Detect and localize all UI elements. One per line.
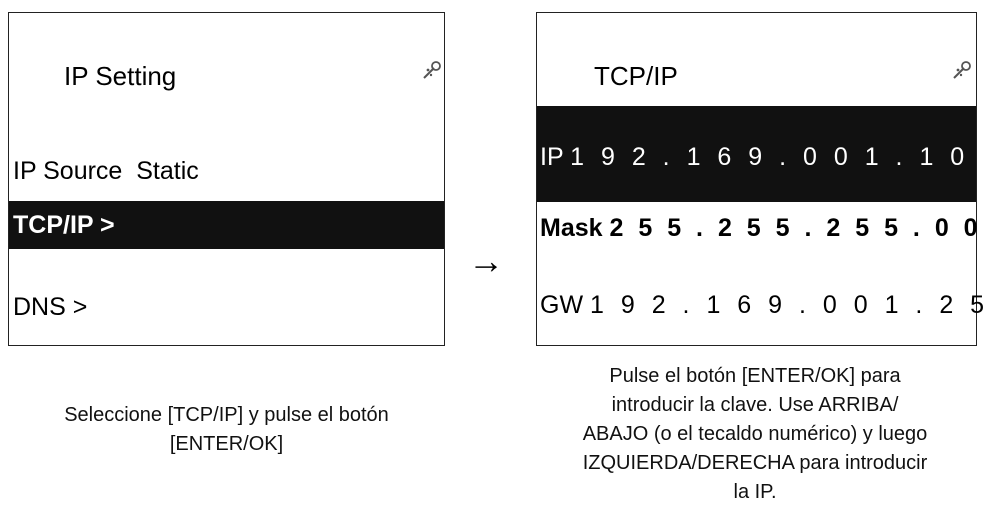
- mask-field[interactable]: Mask 2 5 5 . 2 5 5 . 2 5 5 . 0 0 0: [537, 209, 976, 247]
- caption-line: IZQUIERDA/DERECHA para introducir: [520, 449, 984, 478]
- page-title: IP Setting: [64, 61, 176, 92]
- mask-label: Mask: [540, 214, 603, 242]
- tcpip-label: TCP/IP >: [13, 211, 115, 239]
- settings-wrench-icon: [951, 59, 973, 81]
- menu-item-ip-source[interactable]: IP Source Static: [9, 152, 444, 190]
- left-caption: Seleccione [TCP/IP] y pulse el botón [EN…: [8, 401, 445, 459]
- right-caption: Pulse el botón [ENTER/OK] para introduci…: [520, 362, 984, 507]
- gateway-field[interactable]: GW 1 9 2 . 1 6 9 . 0 0 1 . 2 5 4: [537, 286, 976, 324]
- tcpip-screen: TCP/IP IP 1 9 2 . 1 6 9 . 0 0 1 . 1 0 0 …: [536, 12, 977, 346]
- page-title: TCP/IP: [594, 61, 678, 92]
- gw-value: 1 9 2 . 1 6 9 . 0 0 1 . 2 5 4: [590, 291, 984, 319]
- ip-value: 1 9 2 . 1 6 9 . 0 0 1 . 1 0 0: [570, 143, 984, 171]
- gw-label: GW: [540, 291, 583, 319]
- caption-line: Pulse el botón [ENTER/OK] para: [520, 362, 984, 391]
- menu-item-tcpip[interactable]: TCP/IP >: [9, 201, 444, 249]
- mask-value: 2 5 5 . 2 5 5 . 2 5 5 . 0 0 0: [610, 214, 984, 242]
- ip-field[interactable]: IP 1 9 2 . 1 6 9 . 0 0 1 . 1 0 0: [537, 106, 976, 202]
- flow-arrow: →: [468, 243, 504, 279]
- caption-line: ABAJO (o el tecaldo numérico) y luego: [520, 420, 984, 449]
- menu-item-dns[interactable]: DNS >: [9, 288, 444, 326]
- ip-source-label: IP Source: [13, 157, 122, 185]
- dns-label: DNS >: [13, 293, 87, 321]
- ip-setting-screen: IP Setting IP Source Static TCP/IP > DNS…: [8, 12, 445, 346]
- caption-line: [ENTER/OK]: [8, 430, 445, 459]
- caption-line: la IP.: [520, 478, 984, 507]
- settings-wrench-icon: [421, 59, 443, 81]
- caption-line: Seleccione [TCP/IP] y pulse el botón: [8, 401, 445, 430]
- caption-line: introducir la clave. Use ARRIBA/: [520, 391, 984, 420]
- ip-label: IP: [540, 143, 563, 171]
- ip-source-value: Static: [136, 157, 199, 185]
